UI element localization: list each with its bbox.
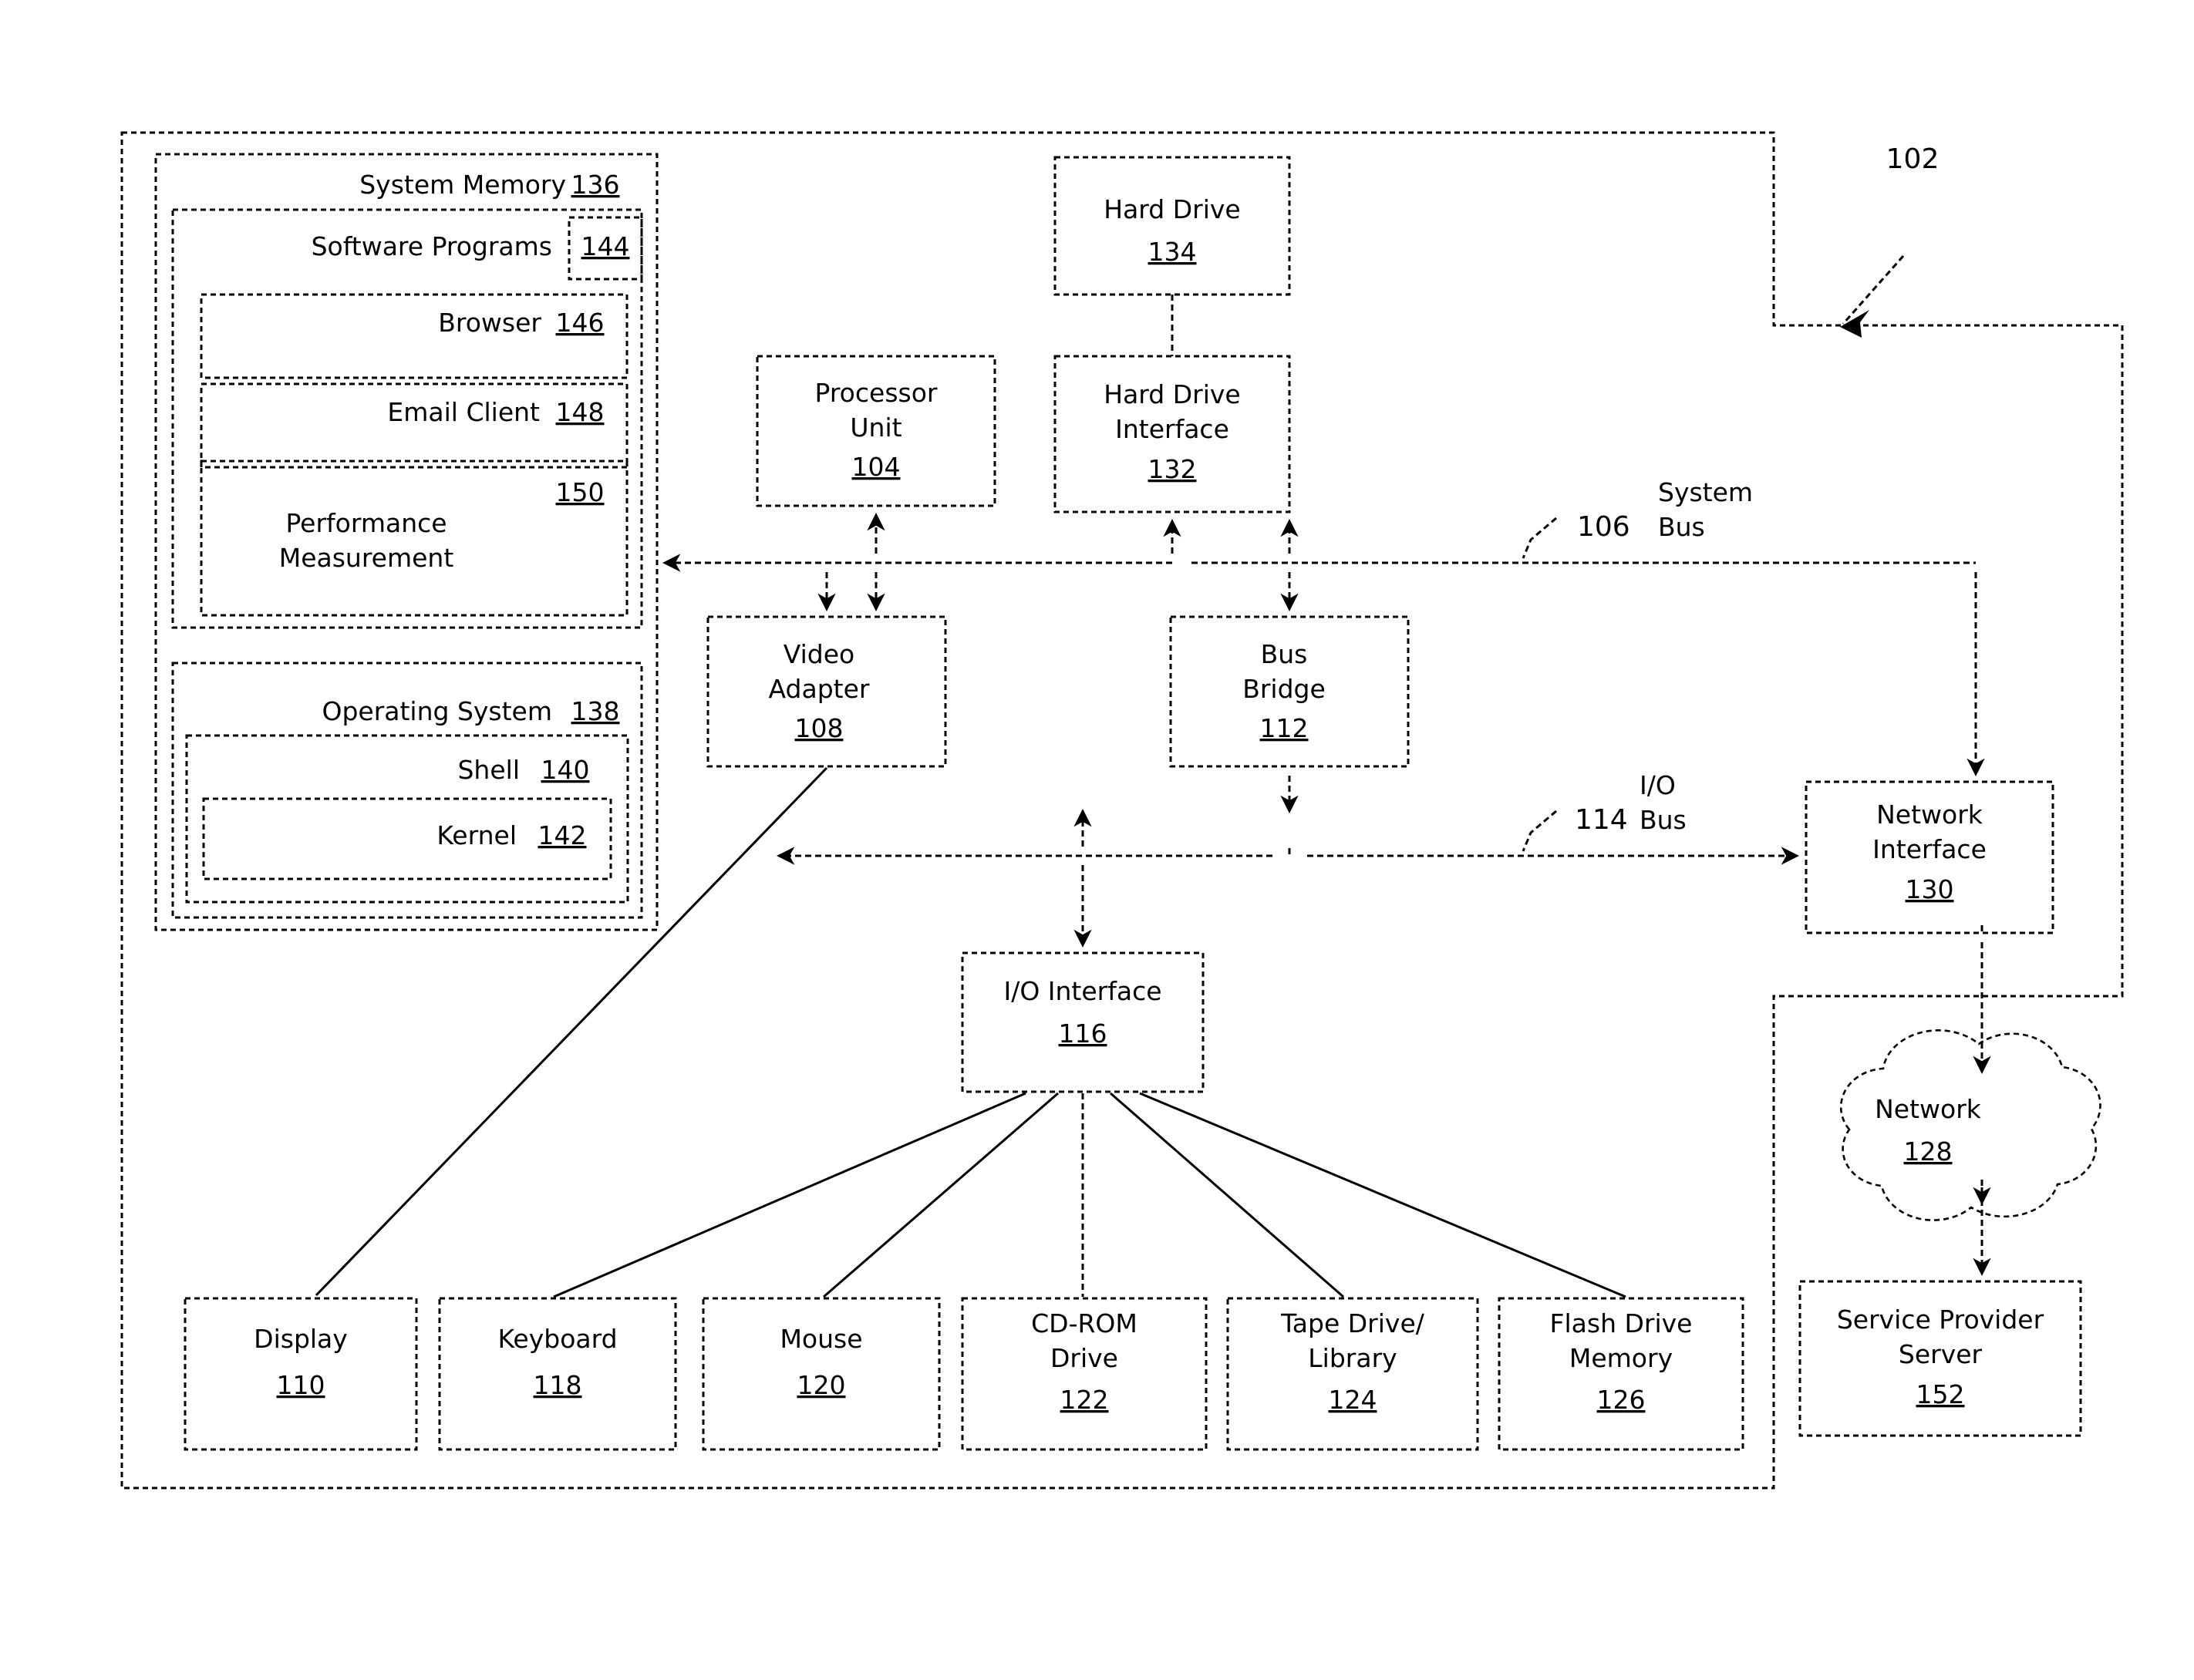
peripheral-boxes — [184, 1297, 1744, 1451]
io-interface-ref: 116 — [1059, 1018, 1107, 1049]
io-bus-ref: 114 — [1575, 804, 1628, 836]
network-cloud-ref: 128 — [1904, 1136, 1953, 1167]
hard-drive-interface-ref: 132 — [1148, 454, 1197, 484]
display-ref: 110 — [277, 1370, 325, 1400]
text-labels: 102 System Memory 136 Software Programs … — [254, 143, 2044, 1415]
cd-rom-drive-label-line1: CD-ROM — [1031, 1308, 1137, 1338]
kernel-title: Kernel — [436, 820, 517, 850]
network-interface-label-line2: Interface — [1872, 834, 1987, 864]
system-bus-label-line1: System — [1658, 477, 1753, 507]
network-interface-ref: 130 — [1906, 874, 1954, 904]
hard-drive-interface-label-line1: Hard Drive — [1104, 379, 1240, 409]
mouse-label: Mouse — [780, 1324, 862, 1354]
browser-ref: 146 — [556, 308, 605, 338]
video-adapter-ref: 108 — [795, 713, 844, 743]
software-programs-ref: 144 — [581, 231, 630, 261]
system-bus-label-line2: Bus — [1658, 512, 1705, 542]
system-memory-ref: 136 — [571, 170, 620, 200]
service-provider-server-label-line1: Service Provider — [1837, 1305, 2044, 1335]
system-boundary-102 — [120, 131, 2124, 1490]
hard-drive-ref: 134 — [1148, 237, 1197, 267]
software-programs-title: Software Programs — [312, 231, 552, 261]
tape-drive-library-label-line2: Library — [1308, 1343, 1397, 1373]
kernel-ref: 142 — [538, 820, 587, 850]
processor-unit-ref: 104 — [852, 452, 901, 482]
service-provider-server-ref: 152 — [1916, 1379, 1965, 1409]
bus-bridge-ref: 112 — [1260, 713, 1309, 743]
patent-figure: 102 System Memory 136 Software Programs … — [0, 0, 2194, 1680]
bus-bridge-label-line2: Bridge — [1242, 674, 1326, 704]
service-provider-server-label-line2: Server — [1899, 1339, 1983, 1369]
io-bus-label-line1: I/O — [1640, 770, 1676, 800]
hard-drive-interface-label-line2: Interface — [1115, 414, 1229, 444]
display-label: Display — [254, 1324, 348, 1354]
email-client-title: Email Client — [387, 397, 540, 427]
browser-title: Browser — [438, 308, 541, 338]
operating-system-ref: 138 — [571, 696, 620, 726]
component-boxes — [706, 156, 2082, 1437]
shell-ref: 140 — [541, 755, 590, 785]
mouse-ref: 120 — [797, 1370, 846, 1400]
keyboard-label: Keyboard — [497, 1324, 617, 1354]
video-adapter-label-line1: Video — [784, 639, 854, 669]
performance-measurement-title-line2: Measurement — [279, 543, 454, 573]
keyboard-ref: 118 — [534, 1370, 582, 1400]
bus-bridge-label-line1: Bus — [1261, 639, 1308, 669]
cd-rom-drive-label-line2: Drive — [1050, 1343, 1118, 1373]
email-client-ref: 148 — [556, 397, 605, 427]
performance-measurement-title-line1: Performance — [285, 508, 447, 538]
system-memory-title: System Memory — [359, 170, 566, 200]
processor-unit-label-line2: Unit — [850, 412, 902, 443]
performance-measurement-ref: 150 — [556, 477, 605, 507]
network-cloud-shape — [1839, 1029, 2101, 1221]
network-interface-label-line1: Network — [1876, 800, 1983, 830]
shell-title: Shell — [457, 755, 520, 785]
flash-drive-memory-label-line2: Memory — [1569, 1343, 1673, 1373]
figure-ref-102: 102 — [1886, 143, 1940, 175]
tape-drive-library-label-line1: Tape Drive/ — [1280, 1308, 1425, 1338]
flash-drive-memory-ref: 126 — [1597, 1385, 1646, 1415]
hard-drive-label: Hard Drive — [1104, 194, 1240, 224]
operating-system-title: Operating System — [322, 696, 552, 726]
system-memory-boxes — [154, 153, 659, 931]
io-bus-label-line2: Bus — [1640, 805, 1687, 835]
cd-rom-drive-ref: 122 — [1060, 1385, 1109, 1415]
processor-unit-label-line1: Processor — [815, 378, 938, 408]
tape-drive-library-ref: 124 — [1329, 1385, 1377, 1415]
flash-drive-memory-label-line1: Flash Drive — [1550, 1308, 1693, 1338]
io-interface-label: I/O Interface — [1003, 976, 1161, 1006]
video-adapter-label-line2: Adapter — [769, 674, 870, 704]
system-bus-ref: 106 — [1577, 511, 1630, 543]
network-cloud-label: Network — [1875, 1094, 1982, 1124]
